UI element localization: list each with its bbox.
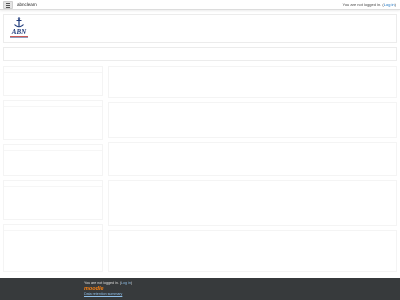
abn-logo[interactable]: ABN xyxy=(8,17,30,41)
breadcrumb-bar xyxy=(3,47,397,61)
login-info-prefix: You are not logged in. ( xyxy=(342,2,384,7)
side-block-header xyxy=(4,145,102,151)
menu-toggle-button[interactable] xyxy=(3,1,13,9)
anchor-icon xyxy=(14,17,24,28)
footer-login-link[interactable]: Log in xyxy=(121,281,131,285)
hamburger-icon-line xyxy=(6,5,10,6)
top-navbar: abnclearn You are not logged in. (Log in… xyxy=(0,0,400,10)
main-content-section-4 xyxy=(108,180,397,226)
side-block-header xyxy=(4,67,102,73)
side-block-5 xyxy=(3,224,103,272)
data-retention-link[interactable]: Data retention summary xyxy=(84,292,122,297)
main-content-section-3 xyxy=(108,142,397,176)
page-header: ABN xyxy=(3,14,397,43)
main-content-section-5 xyxy=(108,230,397,272)
side-block-header xyxy=(4,181,102,187)
logo-text: ABN xyxy=(11,28,27,36)
side-block-header xyxy=(4,225,102,231)
site-name[interactable]: abnclearn xyxy=(17,2,37,8)
login-info: You are not logged in. (Log in) xyxy=(343,2,396,8)
hamburger-icon-line xyxy=(6,7,10,8)
main-content-section-1 xyxy=(108,66,397,98)
footer-login-prefix: You are not logged in. ( xyxy=(84,281,122,285)
login-link[interactable]: Log in xyxy=(384,2,395,7)
side-block-1 xyxy=(3,66,103,96)
main-content-section-2 xyxy=(108,102,397,138)
side-block-header xyxy=(4,101,102,107)
logo-underline xyxy=(10,36,28,37)
page-footer: You are not logged in. (Log in) moodle D… xyxy=(0,278,400,300)
side-block-4 xyxy=(3,180,103,220)
footer-login-suffix: ) xyxy=(130,281,133,285)
side-block-2 xyxy=(3,100,103,140)
login-info-suffix: ) xyxy=(394,2,396,7)
logo-underline-secondary xyxy=(10,37,28,38)
side-block-3 xyxy=(3,144,103,176)
hamburger-icon-line xyxy=(6,3,10,4)
